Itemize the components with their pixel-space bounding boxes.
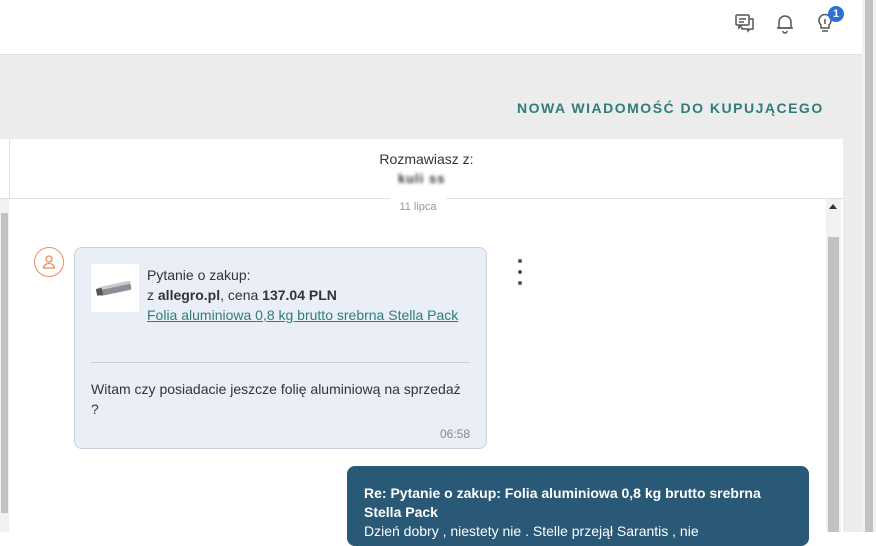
product-price: 137.04 PLN: [262, 287, 337, 303]
product-thumbnail[interactable]: [91, 264, 139, 312]
left-scrollbar-thumb[interactable]: [1, 213, 8, 513]
messages-scrollbar-thumb[interactable]: [828, 237, 839, 532]
reply-title: Re: Pytanie o zakup: Folia aluminiowa 0,…: [364, 485, 761, 520]
new-message-to-buyer-link[interactable]: NOWA WIADOMOŚĆ DO KUPUJĄCEGO: [517, 100, 824, 116]
question-label: Pytanie o zakup:: [147, 267, 251, 283]
product-link[interactable]: Folia aluminiowa 0,8 kg brutto srebrna S…: [147, 305, 467, 326]
left-scrollbar[interactable]: [0, 199, 9, 532]
chat-icon[interactable]: [732, 10, 758, 36]
product-info: z allegro.pl, cena 137.04 PLN: [147, 285, 337, 305]
message-options-icon[interactable]: [510, 259, 530, 285]
date-separator: 11 lipca: [390, 198, 446, 216]
page-scrollbar-thumb[interactable]: [865, 0, 873, 532]
conversation-label: Rozmawiasz z:: [379, 151, 474, 167]
price-prefix: , cena: [220, 287, 263, 303]
from-prefix: z: [147, 287, 158, 303]
conversation-header: [0, 139, 843, 199]
notification-badge: 1: [828, 6, 844, 22]
scroll-up-arrow-icon[interactable]: [829, 204, 837, 209]
top-bar: 1: [0, 0, 862, 55]
outgoing-message: Re: Pytanie o zakup: Folia aluminiowa 0,…: [347, 466, 809, 546]
user-avatar-icon: [34, 247, 64, 277]
conversation-username: kuli ss: [398, 171, 446, 186]
messages-scrollbar[interactable]: [826, 199, 841, 532]
message-time: 06:58: [440, 427, 471, 441]
message-divider: [91, 362, 470, 363]
message-body: Witam czy posiadacie jeszcze folię alumi…: [91, 381, 461, 417]
shop-name: allegro.pl: [157, 287, 221, 303]
lightbulb-icon[interactable]: 1: [812, 6, 844, 36]
bell-icon[interactable]: [772, 10, 798, 36]
panel-divider: [9, 139, 10, 199]
